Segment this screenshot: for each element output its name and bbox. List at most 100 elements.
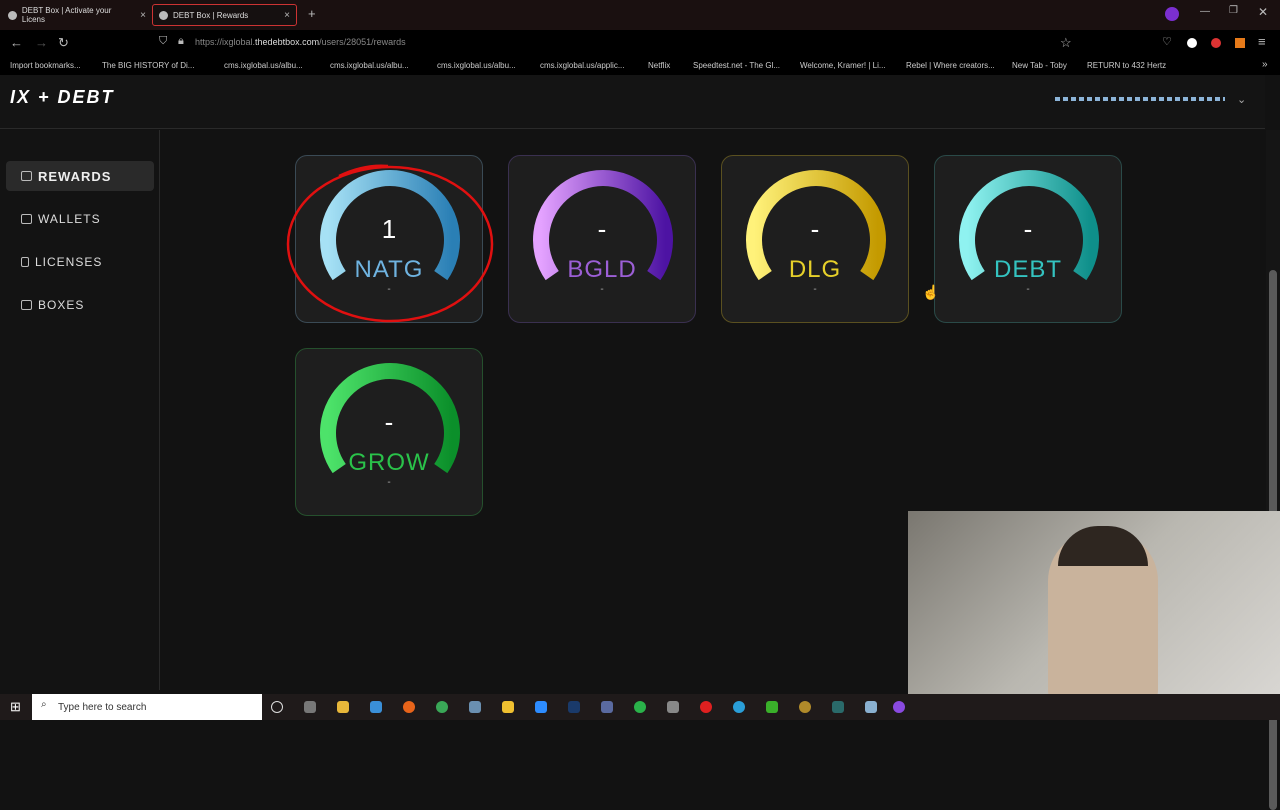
- sidebar-item-wallets[interactable]: WALLETS: [6, 204, 154, 234]
- sidebar-item-rewards[interactable]: REWARDS: [6, 161, 154, 191]
- reward-card-grow[interactable]: - GROW -: [295, 348, 483, 516]
- account-name-pixelated: [1055, 97, 1225, 101]
- windows-start-icon[interactable]: ⊞: [10, 699, 21, 715]
- reload-icon[interactable]: ↻: [58, 35, 69, 51]
- reward-symbol: GROW: [348, 449, 430, 476]
- tab-label: DEBT Box | Rewards: [173, 10, 249, 20]
- chevron-down-icon[interactable]: ⌄: [1237, 93, 1246, 106]
- url-domain: thedebtbox.com: [255, 37, 320, 47]
- red-annotation-circle: [286, 164, 494, 323]
- sidebar-item-boxes[interactable]: BOXES: [6, 290, 154, 320]
- close-tab-icon[interactable]: ×: [140, 10, 146, 21]
- sidebar-item-label: BOXES: [38, 298, 85, 312]
- reward-symbol: BGLD: [567, 256, 637, 283]
- bookmark[interactable]: New Tab - Toby: [1012, 61, 1067, 70]
- extension-icon[interactable]: [1165, 7, 1179, 21]
- minimize-icon[interactable]: —: [1200, 6, 1210, 17]
- reward-value: -: [384, 407, 394, 437]
- cortana-icon[interactable]: [271, 701, 283, 713]
- bookmark[interactable]: Welcome, Kramer! | Li...: [800, 61, 886, 70]
- reward-card-dlg[interactable]: - DLG -: [721, 155, 909, 323]
- sidebar-item-label: LICENSES: [35, 255, 103, 269]
- task-view-icon[interactable]: [304, 701, 316, 713]
- app-icon[interactable]: [865, 701, 877, 713]
- zoom-icon[interactable]: [535, 701, 547, 713]
- reward-card-bgld[interactable]: - BGLD -: [508, 155, 696, 323]
- reward-symbol: DEBT: [993, 256, 1062, 283]
- new-tab-icon[interactable]: +: [308, 6, 316, 21]
- reward-value: -: [597, 214, 607, 244]
- reward-subvalue: -: [600, 284, 604, 295]
- treasure-chest-icon: [21, 171, 32, 181]
- license-icon: [21, 257, 29, 267]
- sidebar-item-label: WALLETS: [38, 212, 101, 226]
- reward-subvalue: -: [1026, 284, 1030, 295]
- address-bar[interactable]: https://ixglobal.thedebtbox.com/users/28…: [195, 37, 406, 47]
- sidebar-item-label: REWARDS: [38, 168, 112, 184]
- bookmark[interactable]: Import bookmarks...: [10, 61, 81, 70]
- bookmark[interactable]: RETURN to 432 Hertz: [1087, 61, 1166, 70]
- messenger-icon[interactable]: [893, 701, 905, 713]
- bookmark-star-icon[interactable]: ☆: [1060, 35, 1072, 51]
- more-bookmarks-icon[interactable]: »: [1262, 59, 1268, 70]
- tab-rewards[interactable]: DEBT Box | Rewards ×: [152, 4, 297, 26]
- store-icon[interactable]: [502, 701, 514, 713]
- bookmark[interactable]: cms.ixglobal.us/albu...: [330, 61, 409, 70]
- hair: [1058, 526, 1148, 566]
- shield-icon[interactable]: ⛉: [159, 35, 167, 48]
- back-icon[interactable]: ←: [10, 35, 23, 50]
- metamask-icon[interactable]: [1235, 38, 1245, 48]
- reward-subvalue: -: [387, 477, 391, 488]
- browser-tab-bar: DEBT Box | Activate your Licens × DEBT Bo…: [0, 0, 1280, 30]
- steam-icon[interactable]: [568, 701, 580, 713]
- telegram-icon[interactable]: [733, 701, 745, 713]
- calculator-icon[interactable]: [469, 701, 481, 713]
- search-placeholder: Type here to search: [58, 701, 147, 713]
- bookmark[interactable]: Rebel | Where creators...: [906, 61, 995, 70]
- extension-y-icon[interactable]: [1211, 38, 1221, 48]
- taskbar: ⊞ ⌕ Type here to search: [0, 694, 1280, 720]
- wallet-icon: [21, 214, 32, 224]
- reward-card-debt[interactable]: - DEBT -: [934, 155, 1122, 323]
- bookmark[interactable]: cms.ixglobal.us/albu...: [224, 61, 303, 70]
- favicon-icon: [159, 10, 168, 20]
- reward-value: -: [1023, 214, 1033, 244]
- navigation-bar: ← → ↻ ⛉ 🔒︎ https://ixglobal.thedebtbox.c…: [0, 30, 1280, 57]
- menu-icon[interactable]: ≡: [1258, 34, 1266, 49]
- bookmark[interactable]: cms.ixglobal.us/applic...: [540, 61, 624, 70]
- chrome-icon[interactable]: [436, 701, 448, 713]
- reward-symbol: DLG: [788, 256, 842, 283]
- bookmark[interactable]: cms.ixglobal.us/albu...: [437, 61, 516, 70]
- tab-activate-license[interactable]: DEBT Box | Activate your Licens ×: [2, 4, 152, 26]
- youtube-music-icon[interactable]: [700, 701, 712, 713]
- lock-icon[interactable]: 🔒︎: [178, 35, 184, 48]
- taskbar-search[interactable]: ⌕ Type here to search: [32, 694, 262, 720]
- bookmark[interactable]: Speedtest.net - The Gl...: [693, 61, 780, 70]
- app-icon[interactable]: [832, 701, 844, 713]
- close-tab-icon[interactable]: ×: [284, 10, 290, 21]
- forward-icon[interactable]: →: [35, 35, 48, 50]
- camtasia-icon[interactable]: [766, 701, 778, 713]
- search-icon: ⌕: [41, 699, 47, 710]
- close-window-icon[interactable]: ✕: [1258, 5, 1268, 19]
- restore-icon[interactable]: ❐: [1229, 5, 1238, 16]
- firefox-icon[interactable]: [403, 701, 415, 713]
- app-header: IX + DEBT ⌄: [0, 75, 1265, 129]
- app-icon[interactable]: [799, 701, 811, 713]
- app-icon[interactable]: [667, 701, 679, 713]
- url-prefix: https://ixglobal.: [195, 37, 256, 47]
- logo[interactable]: IX + DEBT: [10, 87, 115, 108]
- bookmark[interactable]: Netflix: [648, 61, 670, 70]
- app-icon[interactable]: [370, 701, 382, 713]
- bookmark[interactable]: The BIG HISTORY of Di...: [102, 61, 194, 70]
- file-explorer-icon[interactable]: [337, 701, 349, 713]
- app-icon[interactable]: [601, 701, 613, 713]
- whatsapp-icon[interactable]: [634, 701, 646, 713]
- boxes-icon: [21, 300, 32, 310]
- sidebar-item-licenses[interactable]: LICENSES: [6, 247, 154, 277]
- sidebar: REWARDS WALLETS LICENSES BOXES: [0, 130, 160, 690]
- pocket-icon[interactable]: ♡: [1162, 35, 1172, 48]
- reward-value: -: [810, 214, 820, 244]
- extension-k-icon[interactable]: [1187, 38, 1197, 48]
- webcam-overlay: [908, 511, 1280, 694]
